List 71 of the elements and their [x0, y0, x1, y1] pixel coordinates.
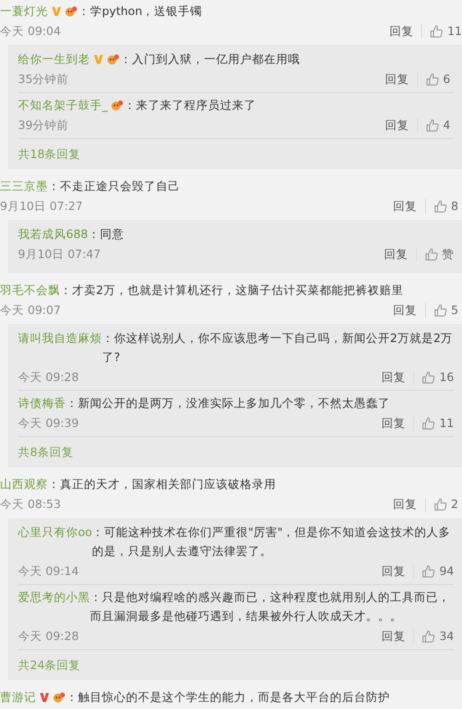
comment-time: 9月10日 07:27 — [0, 198, 84, 214]
user-name[interactable]: 给你一生到老 — [18, 50, 90, 69]
like-button[interactable]: 6 — [418, 72, 454, 86]
comment-time: 9月10日 07:47 — [18, 246, 102, 262]
thumbs-up-icon — [430, 24, 444, 38]
comment-time: 今天 09:07 — [0, 302, 62, 318]
reply-link[interactable]: 回复 — [385, 198, 426, 214]
comment-text: ：触目惊心的不是这个学生的能力，而是各大平台的后台防护 — [66, 689, 391, 706]
like-button[interactable]: 11 — [414, 416, 454, 430]
comment-text: ：只是他对编程啥的感兴趣而已，这种程度也就用别人的工具而已，而且漏洞最多是他碰巧遇到，结果被外行人吹成天才。。。 — [90, 589, 451, 625]
comment-text: ：入门到入狱，一亿用户都在用哦 — [120, 51, 301, 68]
more-replies-link[interactable]: 共8条回复 — [18, 436, 454, 461]
user-name[interactable]: 一蓑灯光 — [0, 2, 48, 21]
comment-text: ：来了来了程序员过来了 — [124, 97, 257, 114]
comment-time: 今天 09:04 — [0, 24, 62, 38]
comment-time: 今天 09:28 — [18, 628, 80, 644]
reply-link[interactable]: 回复 — [385, 496, 426, 512]
reply-link[interactable]: 回复 — [373, 370, 414, 384]
more-replies-link[interactable]: 共24条回复 — [18, 649, 454, 674]
reply-link[interactable]: 回复 — [373, 628, 414, 644]
comment-time: 35分钟前 — [18, 72, 70, 86]
user-name[interactable]: 请叫我自造麻烦 — [18, 329, 102, 348]
more-replies-link[interactable]: 共18条回复 — [18, 138, 454, 163]
thumbs-up-icon — [422, 564, 436, 578]
like-button[interactable]: 16 — [414, 370, 454, 384]
comment-text: ：不走正途只会毁了自己 — [48, 178, 181, 195]
thumbs-up-icon — [422, 630, 436, 642]
thumbs-up-icon — [434, 498, 447, 510]
user-name[interactable]: 诗债梅香 — [18, 394, 66, 413]
reply-link[interactable]: 回复 — [381, 24, 422, 38]
user-name[interactable]: 心里只有你oo — [18, 523, 92, 542]
reply-link[interactable]: 回复 — [385, 302, 426, 318]
reply-link[interactable]: 回复 — [377, 118, 418, 132]
user-name[interactable]: 爱思考的小黑 — [18, 588, 90, 607]
reply-link[interactable]: 回复 — [373, 564, 414, 578]
reply-link[interactable]: 回复 — [373, 416, 414, 430]
comment-text: ：可能这种技术在你们严重很"厉害"，但是你不知道会这技术的人多的是，只是别人去遵守法律罢了。 — [92, 524, 452, 560]
comment-time: 今天 09:14 — [18, 564, 80, 578]
thumbs-up-icon — [426, 118, 439, 132]
like-button[interactable]: 34 — [414, 629, 454, 643]
user-name[interactable]: 三三京墨 — [0, 177, 48, 196]
thumbs-up-icon — [422, 416, 436, 430]
thumbs-up-icon — [434, 200, 447, 212]
user-name[interactable]: 山西观察 — [0, 475, 48, 494]
thumbs-up-icon — [434, 304, 447, 316]
like-button[interactable]: 94 — [414, 564, 454, 578]
like-button[interactable]: 4 — [418, 118, 454, 132]
like-button[interactable]: 2 — [426, 497, 462, 511]
comment-text: ：新闻公开的是两万，没准实际上多加几个零，不然太愚蠢了 — [66, 395, 391, 412]
like-button[interactable]: 8 — [426, 199, 462, 213]
comment-text: ：才卖2万，也就是计算机还行，这脑子估计买菜都能把裤衩赔里 — [60, 282, 404, 299]
comment-text: ：学python，送银手镯 — [78, 3, 204, 20]
comment-time: 39分钟前 — [18, 118, 70, 132]
comment-text: ：你这样说别人，你不应该思考一下自己吗，新闻公开2万就是2万了? — [102, 330, 454, 366]
user-name[interactable]: 曹游记 — [0, 688, 36, 707]
reply-link[interactable]: 回复 — [377, 72, 418, 86]
thumbs-up-icon — [426, 72, 439, 86]
comment-text: ：真正的天才，国家相关部门应该破格录用 — [48, 476, 277, 493]
user-name[interactable]: 我若成风688 — [18, 225, 88, 244]
comment-text: ：同意 — [88, 226, 125, 243]
reply-link[interactable]: 回复 — [376, 246, 417, 262]
like-button[interactable]: 11 — [422, 24, 462, 38]
user-name[interactable]: 不知名架子鼓手_ — [18, 96, 108, 115]
like-button[interactable]: 5 — [426, 303, 462, 317]
like-button[interactable]: 赞 — [417, 246, 454, 262]
comment-time: 今天 08:53 — [0, 496, 62, 512]
thumbs-up-icon — [425, 248, 438, 260]
thumbs-up-icon — [422, 370, 436, 384]
user-name[interactable]: 羽毛不会飘 — [0, 281, 60, 300]
comment-time: 今天 09:39 — [18, 416, 80, 430]
comment-time: 今天 09:28 — [18, 370, 80, 384]
